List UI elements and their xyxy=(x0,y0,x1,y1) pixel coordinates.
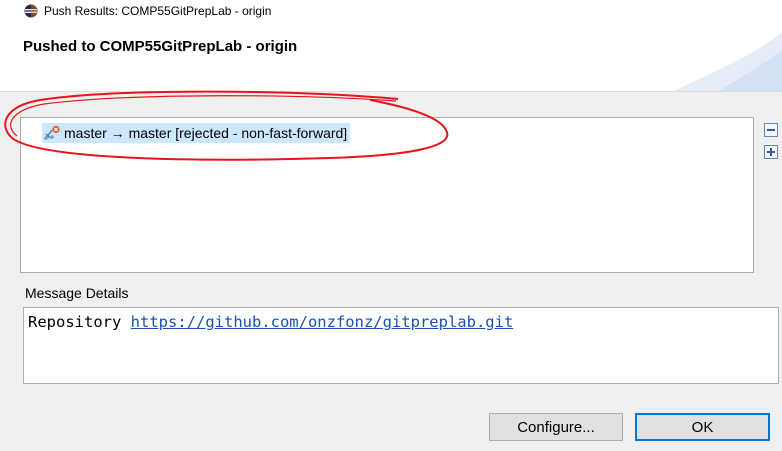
banner-decoration xyxy=(674,32,782,91)
repository-link[interactable]: https://github.com/onzfonz/gitpreplab.gi… xyxy=(131,313,514,331)
eclipse-icon xyxy=(24,4,38,18)
push-rejected-icon xyxy=(44,125,60,140)
title-bar: Push Results: COMP55GitPrepLab - origin xyxy=(0,0,782,22)
dialog-header: Pushed to COMP55GitPrepLab - origin xyxy=(0,22,782,92)
repository-prefix: Repository xyxy=(28,313,122,331)
tree-item-master[interactable]: master → master [rejected - non-fast-for… xyxy=(42,123,351,143)
message-details-text[interactable]: Repository https://github.com/onzfonz/gi… xyxy=(23,307,779,384)
dialog-title: Pushed to COMP55GitPrepLab - origin xyxy=(23,38,298,55)
expand-all-icon[interactable] xyxy=(764,145,778,159)
details-line: Repository https://github.com/onzfonz/gi… xyxy=(28,313,513,331)
configure-button[interactable]: Configure... xyxy=(489,413,623,441)
push-results-tree[interactable]: master → master [rejected - non-fast-for… xyxy=(20,117,754,273)
message-details-label: Message Details xyxy=(25,285,129,301)
ok-button[interactable]: OK xyxy=(635,413,770,441)
tree-item-label: master → master [rejected - non-fast-for… xyxy=(64,125,348,141)
window-title: Push Results: COMP55GitPrepLab - origin xyxy=(44,4,272,18)
collapse-all-icon[interactable] xyxy=(764,123,778,137)
